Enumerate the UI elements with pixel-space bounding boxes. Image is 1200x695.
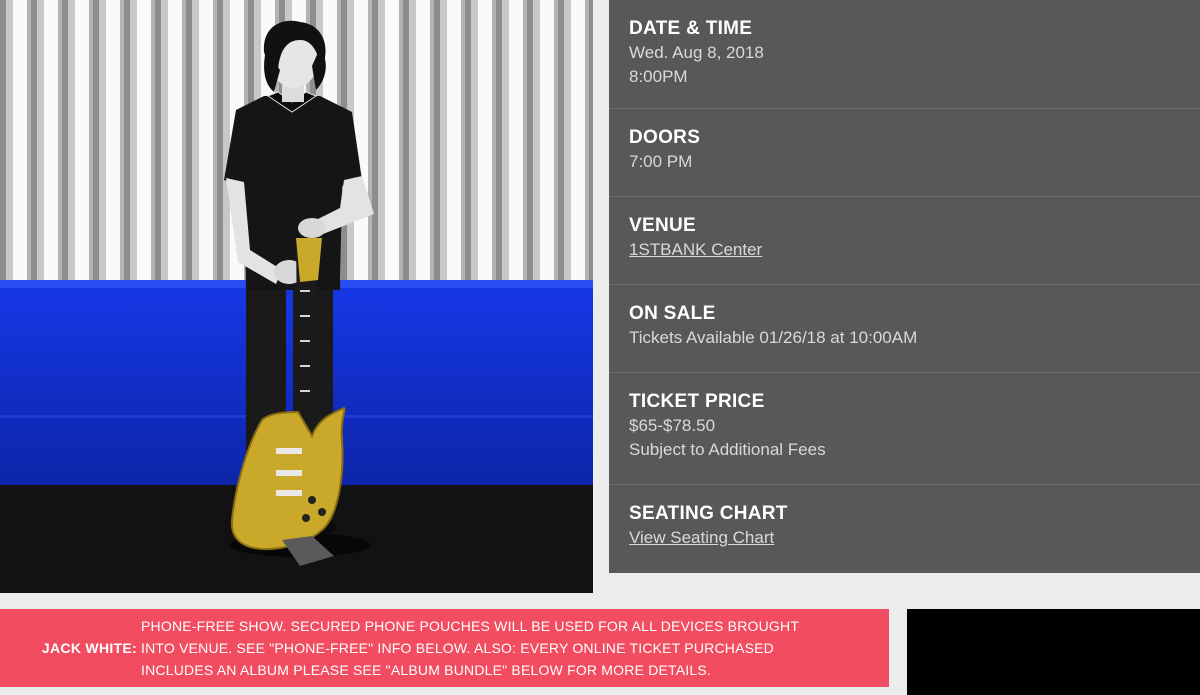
- alert-artist-label: JACK WHITE:: [41, 640, 137, 656]
- phone-free-alert-banner: JACK WHITE: PHONE-FREE SHOW. SECURED PHO…: [0, 609, 889, 687]
- artist-photo: [0, 0, 593, 593]
- media-placeholder-block: [907, 609, 1200, 695]
- venue-heading: VENUE: [629, 215, 696, 236]
- ticket-price-section: TICKET PRICE $65-$78.50 Subject to Addit…: [609, 373, 1200, 485]
- on-sale-heading: ON SALE: [629, 303, 716, 324]
- alert-message: PHONE-FREE SHOW. SECURED PHONE POUCHES W…: [141, 618, 799, 678]
- ticket-price-heading: TICKET PRICE: [629, 391, 765, 412]
- on-sale-date: Tickets Available 01/26/18 at 10:00AM: [629, 328, 918, 347]
- seating-chart-link[interactable]: View Seating Chart: [629, 526, 774, 550]
- seating-chart-section: SEATING CHART View Seating Chart: [609, 485, 1200, 573]
- date-time-heading: DATE & TIME: [629, 18, 753, 39]
- venue-link[interactable]: 1STBANK Center: [629, 238, 762, 262]
- seating-chart-heading: SEATING CHART: [629, 503, 788, 524]
- doors-time: 7:00 PM: [629, 152, 693, 171]
- event-time: 8:00PM: [629, 67, 688, 86]
- doors-section: DOORS 7:00 PM: [609, 109, 1200, 197]
- event-artwork-image: [0, 0, 593, 593]
- doors-heading: DOORS: [629, 127, 701, 148]
- date-time-section: DATE & TIME Wed. Aug 8, 2018 8:00PM: [609, 0, 1200, 109]
- venue-section: VENUE 1STBANK Center: [609, 197, 1200, 285]
- ticket-price-range: $65-$78.50: [629, 416, 716, 435]
- on-sale-section: ON SALE Tickets Available 01/26/18 at 10…: [609, 285, 1200, 373]
- event-details-panel: DATE & TIME Wed. Aug 8, 2018 8:00PM DOOR…: [609, 0, 1200, 573]
- event-date: Wed. Aug 8, 2018: [629, 43, 764, 62]
- ticket-price-fees-note: Subject to Additional Fees: [629, 440, 826, 459]
